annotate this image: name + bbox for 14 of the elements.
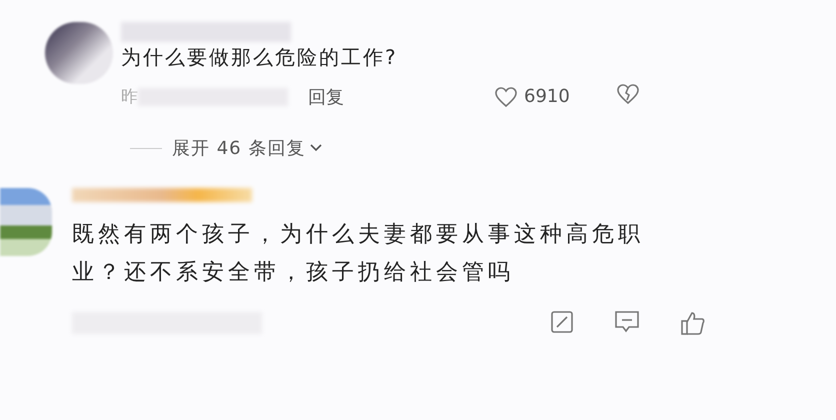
edit-icon[interactable] <box>550 310 574 334</box>
avatar <box>45 22 113 84</box>
thumbs-up-icon[interactable] <box>680 310 706 336</box>
broken-heart-icon[interactable] <box>616 83 640 105</box>
comment-icon[interactable] <box>614 310 640 334</box>
reply-link[interactable]: 回复 <box>308 84 344 108</box>
expand-replies-button[interactable]: 展开 46 条回复 <box>172 136 324 160</box>
heart-icon[interactable] <box>494 86 518 108</box>
chevron-down-icon <box>309 143 324 153</box>
timestamp: 昨 <box>121 86 138 108</box>
avatar <box>0 188 52 256</box>
like-count: 6910 <box>524 86 570 107</box>
comment-text: 为什么要做那么危险的工作? <box>121 44 399 71</box>
comment-text: 既然有两个孩子，为什么夫妻都要从事这种高危职业？还不系安全带，孩子扔给社会管吗 <box>72 221 645 287</box>
